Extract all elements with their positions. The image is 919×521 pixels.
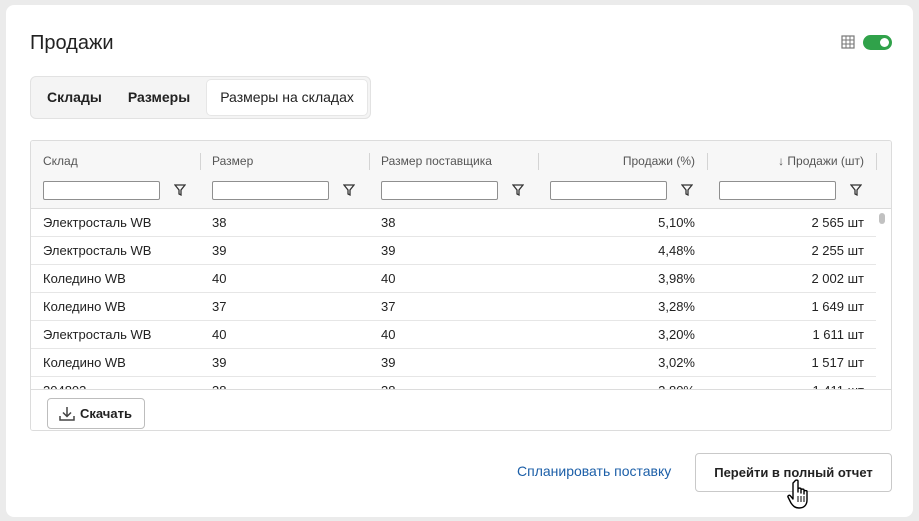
cell-supplier-size: 38: [381, 215, 396, 230]
download-icon: [59, 406, 75, 421]
column-header-supplier-size[interactable]: Размер поставщика: [369, 151, 538, 172]
view-toggle[interactable]: [863, 35, 892, 50]
table-row[interactable]: Коледино WB 40 40 3,98% 2 002 шт: [31, 265, 876, 293]
cell-size: 39: [212, 355, 227, 370]
filter-icon[interactable]: [681, 183, 693, 197]
column-separator[interactable]: [876, 153, 877, 170]
tab-sizes[interactable]: Размеры: [115, 80, 203, 115]
cell-sales-percent: 3,02%: [658, 355, 695, 370]
plan-supply-link[interactable]: Спланировать поставку: [517, 463, 671, 479]
table-header: Склад Размер Размер поставщика Продажи (…: [31, 141, 891, 209]
cell-size: 38: [200, 377, 369, 389]
cell-warehouse: Коледино WB: [43, 355, 126, 370]
cell-size: 40: [212, 271, 227, 286]
toggle-knob: [880, 38, 889, 47]
table-scrollbar[interactable]: [879, 213, 885, 224]
download-button[interactable]: Скачать: [47, 398, 145, 429]
cell-warehouse: Электросталь WB: [43, 243, 152, 258]
filter-input-sales-count[interactable]: [719, 181, 836, 200]
cell-supplier-size: 38: [369, 377, 538, 389]
cell-sales-percent: 4,48%: [658, 243, 695, 258]
download-label: Скачать: [80, 406, 132, 421]
cell-sales-count: 2 002 шт: [811, 271, 864, 286]
cell-sales-percent: 3,28%: [658, 299, 695, 314]
cell-supplier-size: 40: [381, 271, 396, 286]
filter-icon[interactable]: [512, 183, 524, 197]
cell-sales-count: 1 517 шт: [811, 355, 864, 370]
filter-input-warehouse[interactable]: [43, 181, 160, 200]
cell-size: 37: [212, 299, 227, 314]
cell-warehouse: Коледино WB: [43, 299, 126, 314]
sales-card: Продажи Склады Размеры Размеры на склада…: [6, 5, 913, 517]
filter-icon[interactable]: [174, 183, 186, 197]
table-row[interactable]: Электросталь WB 40 40 3,20% 1 611 шт: [31, 321, 876, 349]
cell-sales-percent: 5,10%: [658, 215, 695, 230]
cell-size: 40: [212, 327, 227, 342]
cell-warehouse: Электросталь WB: [43, 327, 152, 342]
cell-supplier-size: 40: [381, 327, 396, 342]
cell-sales-percent: 2,80%: [538, 377, 707, 389]
cell-sales-count: 1 649 шт: [811, 299, 864, 314]
filter-icon[interactable]: [850, 183, 862, 197]
table-row[interactable]: Коледино WB 39 39 3,02% 1 517 шт: [31, 349, 876, 377]
table-body: Электросталь WB 38 38 5,10% 2 565 шт Эле…: [31, 209, 876, 389]
cell-sales-count: 2 565 шт: [811, 215, 864, 230]
column-header-sales-percent[interactable]: Продажи (%): [538, 151, 707, 172]
table-row[interactable]: 204803 38 38 2,80% 1 411 шт: [31, 377, 876, 389]
table-row[interactable]: Электросталь WB 38 38 5,10% 2 565 шт: [31, 209, 876, 237]
cell-sales-count: 2 255 шт: [811, 243, 864, 258]
cell-sales-percent: 3,20%: [658, 327, 695, 342]
cell-sales-count: 1 611 шт: [812, 327, 864, 342]
column-header-warehouse[interactable]: Склад: [31, 151, 200, 172]
column-header-sales-count[interactable]: ↓ Продажи (шт): [707, 151, 876, 172]
tab-warehouses[interactable]: Склады: [34, 80, 115, 115]
cell-sales-percent: 3,98%: [658, 271, 695, 286]
table-row[interactable]: Электросталь WB 39 39 4,48% 2 255 шт: [31, 237, 876, 265]
page-title: Продажи: [30, 32, 114, 54]
sales-table: Склад Размер Размер поставщика Продажи (…: [30, 140, 892, 431]
cell-warehouse: Электросталь WB: [43, 215, 152, 230]
cell-size: 38: [212, 215, 227, 230]
hand-cursor-icon: [787, 479, 808, 509]
cell-supplier-size: 39: [381, 355, 396, 370]
tab-sizes-in-warehouses[interactable]: Размеры на складах: [207, 80, 367, 115]
tab-bar: Склады Размеры Размеры на складах: [30, 76, 371, 119]
cell-sales-count: 1 411 шт: [707, 377, 876, 389]
filter-input-sales-percent[interactable]: [550, 181, 667, 200]
cell-supplier-size: 37: [381, 299, 396, 314]
table-footer: Скачать: [31, 389, 891, 430]
cell-size: 39: [212, 243, 227, 258]
cell-warehouse: Коледино WB: [43, 271, 126, 286]
table-grid-icon[interactable]: [841, 35, 855, 49]
cell-warehouse: 204803: [31, 377, 200, 389]
table-row[interactable]: Коледино WB 37 37 3,28% 1 649 шт: [31, 293, 876, 321]
cell-supplier-size: 39: [381, 243, 396, 258]
filter-icon[interactable]: [343, 183, 355, 197]
column-header-size[interactable]: Размер: [200, 151, 369, 172]
filter-input-size[interactable]: [212, 181, 329, 200]
filter-input-supplier-size[interactable]: [381, 181, 498, 200]
